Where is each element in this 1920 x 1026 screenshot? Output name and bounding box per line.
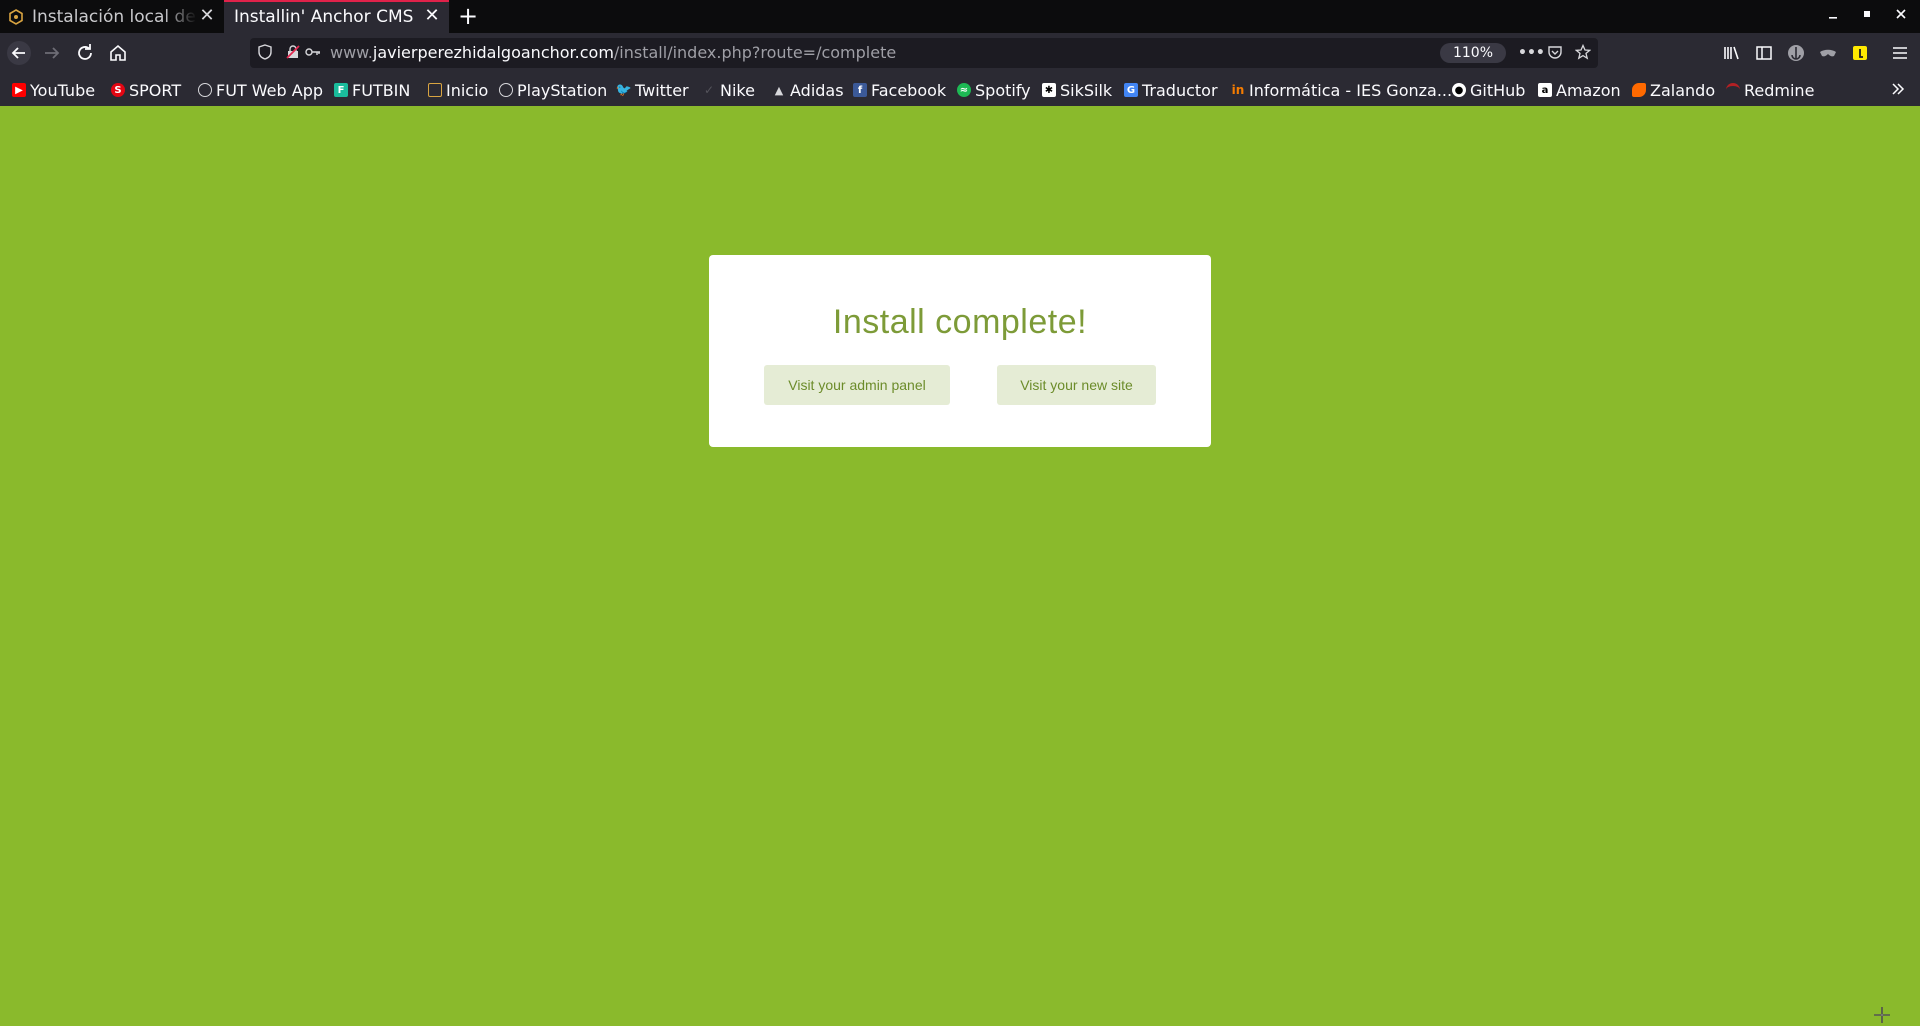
tab-strip: Instalación local de un ✕ Installin' Anc… — [0, 0, 1920, 33]
bookmark-label: PlayStation — [517, 80, 608, 100]
bookmark-inicio[interactable]: Inicio — [428, 79, 488, 101]
globe-icon — [198, 83, 212, 97]
bookmark-traductor[interactable]: G Traductor — [1124, 79, 1218, 101]
bookmark-facebook[interactable]: f Facebook — [853, 79, 946, 101]
bookmark-playstation[interactable]: PlayStation — [499, 79, 607, 101]
adidas-icon: ▲ — [774, 83, 784, 97]
bookmark-label: Twitter — [635, 80, 689, 100]
bookmark-siksilk[interactable]: ✱ SikSilk — [1042, 79, 1112, 101]
amazon-icon: a — [1538, 83, 1552, 97]
insecure-lock-icon[interactable] — [284, 44, 302, 62]
bookmark-label: FUTBIN — [352, 80, 411, 100]
tab-installin-anchor[interactable]: Installin' Anchor CMS ✕ — [224, 0, 449, 33]
bookmark-label: Nike — [720, 80, 755, 100]
visit-new-site-button[interactable]: Visit your new site — [997, 365, 1156, 405]
bookmark-sport[interactable]: S SPORT — [111, 79, 181, 101]
github-icon: ● — [1452, 83, 1466, 97]
forward-icon[interactable] — [40, 41, 64, 65]
bookmark-label: Spotify — [975, 80, 1031, 100]
zalando-icon — [1632, 83, 1646, 97]
siksilk-icon: ✱ — [1042, 83, 1056, 97]
sidebar-icon[interactable] — [1752, 41, 1776, 65]
pocket-icon[interactable] — [1546, 44, 1564, 62]
back-icon[interactable] — [7, 41, 31, 65]
bookmark-label: Adidas — [790, 80, 844, 100]
bookmark-spotify[interactable]: ≈ Spotify — [957, 79, 1031, 101]
close-icon[interactable]: ✕ — [423, 7, 441, 25]
tab-title: Installin' Anchor CMS — [234, 6, 414, 27]
page-title: Install complete! — [832, 303, 1088, 341]
url-path: /install/index.php?route=/complete — [613, 43, 897, 62]
bookmark-star-icon[interactable] — [1574, 43, 1592, 62]
ies-icon: in — [1231, 83, 1245, 97]
bookmark-label: Facebook — [871, 80, 947, 100]
bookmark-adidas[interactable]: ▲ Adidas — [772, 79, 844, 101]
visit-admin-panel-button[interactable]: Visit your admin panel — [764, 365, 950, 405]
bookmarks-toolbar: ▶ YouTube S SPORT FUT Web App F FUTBIN I… — [0, 73, 1920, 106]
futbin-icon: F — [334, 83, 348, 97]
translate-icon: G — [1124, 83, 1138, 97]
bookmark-label: GitHub — [1470, 80, 1526, 100]
bookmark-youtube[interactable]: ▶ YouTube — [12, 79, 95, 101]
minimize-icon[interactable] — [1822, 5, 1844, 27]
home-icon[interactable] — [106, 41, 130, 65]
zoom-level-badge[interactable]: 110% — [1440, 43, 1506, 63]
shield-icon[interactable] — [256, 44, 274, 62]
bookmark-label: Traductor — [1142, 80, 1218, 100]
bookmark-label: Inicio — [446, 80, 489, 100]
cursor-crosshair-icon — [1873, 1006, 1891, 1024]
bookmark-label: SPORT — [129, 80, 182, 100]
globe-icon — [499, 83, 513, 97]
reload-icon[interactable] — [73, 41, 97, 65]
bookmark-label: Redmine — [1744, 80, 1815, 100]
twitter-icon: 🐦 — [615, 82, 633, 98]
bookmark-amazon[interactable]: a Amazon — [1538, 79, 1621, 101]
close-icon[interactable]: ✕ — [198, 7, 216, 25]
url-bar[interactable]: www.javierperezhidalgoanchor.com/install… — [250, 38, 1598, 68]
bookmark-label: Amazon — [1556, 80, 1621, 100]
navigation-toolbar: www.javierperezhidalgoanchor.com/install… — [0, 33, 1920, 73]
anchor-favicon-icon — [8, 8, 24, 25]
key-icon[interactable] — [304, 44, 322, 62]
url-domain: javierperezhidalgoanchor.com — [372, 43, 614, 62]
bookmark-label: FUT Web App — [216, 80, 323, 100]
extension-yellow-icon[interactable] — [1848, 41, 1872, 65]
extension-anchor-icon[interactable] — [1784, 41, 1808, 65]
youtube-icon: ▶ — [12, 83, 26, 97]
facebook-icon: f — [853, 83, 867, 97]
bookmark-fut-web-app[interactable]: FUT Web App — [198, 79, 323, 101]
nike-icon: ✓ — [703, 83, 715, 97]
bookmark-label: Zalando — [1650, 80, 1716, 100]
bookmark-nike[interactable]: ✓ Nike — [702, 79, 755, 101]
redmine-icon — [1726, 83, 1740, 97]
tab-title: Instalación local de un — [32, 6, 197, 27]
tab-instalacion[interactable]: Instalación local de un ✕ — [0, 0, 224, 33]
bookmarks-overflow-icon[interactable] — [1890, 78, 1906, 100]
url-text[interactable]: www.javierperezhidalgoanchor.com/install… — [330, 43, 896, 62]
install-complete-card: Install complete! Visit your admin panel… — [709, 255, 1211, 447]
bookmark-zalando[interactable]: Zalando — [1632, 79, 1715, 101]
close-window-icon[interactable] — [1890, 5, 1912, 27]
bookmark-label: SikSilk — [1060, 80, 1113, 100]
bookmark-futbin[interactable]: F FUTBIN — [334, 79, 410, 101]
bookmark-redmine[interactable]: Redmine — [1726, 79, 1814, 101]
bookmark-informatica[interactable]: in Informática - IES Gonza... — [1231, 79, 1452, 101]
sport-icon: S — [111, 83, 125, 97]
inicio-icon — [428, 83, 442, 97]
new-tab-icon[interactable]: + — [455, 3, 481, 29]
library-icon[interactable] — [1720, 41, 1744, 65]
maximize-icon[interactable] — [1856, 5, 1878, 27]
page-actions-icon[interactable]: ••• — [1518, 44, 1545, 62]
menu-icon[interactable] — [1888, 41, 1912, 65]
private-mask-icon[interactable] — [1816, 41, 1840, 65]
bookmark-label: Informática - IES Gonza... — [1249, 80, 1453, 100]
page-content: Install complete! Visit your admin panel… — [0, 106, 1920, 1026]
bookmark-github[interactable]: ● GitHub — [1452, 79, 1525, 101]
spotify-icon: ≈ — [957, 83, 971, 97]
bookmark-label: YouTube — [30, 80, 96, 100]
bookmark-twitter[interactable]: 🐦 Twitter — [615, 79, 689, 101]
